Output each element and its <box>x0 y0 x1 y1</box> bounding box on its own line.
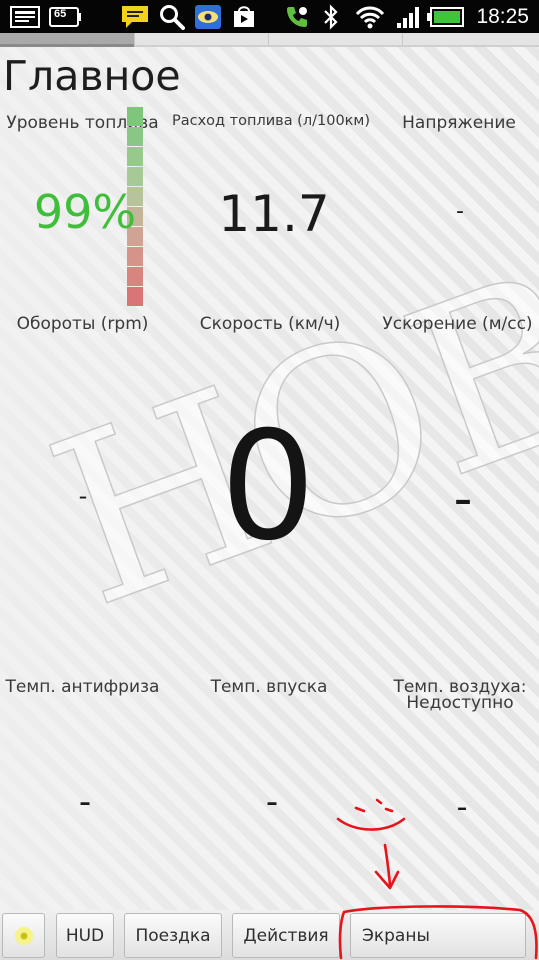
trip-button[interactable]: Поездка <box>124 913 222 958</box>
tab-indicator-main[interactable] <box>0 33 134 47</box>
screen-tab-strip <box>0 33 539 47</box>
dashboard: НОВ Главное Уровень топлива Расход топли… <box>0 47 539 910</box>
status-dot-button[interactable] <box>2 913 45 958</box>
actions-button[interactable]: Действия <box>232 913 340 958</box>
bluetooth-icon <box>318 0 344 33</box>
wifi-icon <box>354 0 386 33</box>
phone-icon <box>282 0 312 33</box>
fuel-consumption-label: Расход топлива (л/100км) <box>171 113 371 129</box>
screens-button[interactable]: Экраны <box>350 913 526 958</box>
intake-temp-label: Темп. впуска <box>210 677 328 697</box>
acceleration-label: Ускорение (м/сс) <box>382 314 533 334</box>
tab-indicator-3[interactable] <box>268 33 402 47</box>
battery-icon <box>426 0 466 33</box>
hud-button[interactable]: HUD <box>56 913 114 958</box>
intake-temp-value: - <box>265 782 279 822</box>
notification-badge: 65 <box>54 8 67 20</box>
rpm-label: Обороты (rpm) <box>16 314 149 334</box>
search-icon <box>156 0 188 33</box>
speed-label: Скорость (км/ч) <box>199 314 341 334</box>
eye-app-icon <box>192 0 224 33</box>
acceleration-value: - <box>453 469 473 529</box>
message-icon <box>118 0 152 33</box>
speed-value: 0 <box>220 400 316 574</box>
air-temp-status: Недоступно <box>406 693 514 713</box>
coolant-temp-value: - <box>78 782 92 822</box>
rpm-value: - <box>78 482 88 510</box>
status-bar: 65 18:25 <box>0 0 539 33</box>
tab-indicator-4[interactable] <box>402 33 539 47</box>
fuel-consumption-value: 11.7 <box>218 185 330 243</box>
coolant-temp-label: Темп. антифриза <box>5 677 160 697</box>
fuel-level-value: 99% <box>33 185 137 239</box>
bottom-nav: HUD Поездка Действия Экраны <box>0 910 539 960</box>
signal-icon <box>393 0 423 33</box>
voltage-label: Напряжение <box>402 113 516 133</box>
air-temp-value: - <box>456 790 468 825</box>
voltage-value: - <box>456 199 464 224</box>
play-store-icon <box>228 0 260 33</box>
clock: 18:25 <box>476 5 529 28</box>
battery-notification-icon: 65 <box>48 0 82 33</box>
screen-icon <box>8 0 42 33</box>
status-dot-icon <box>14 926 33 945</box>
tab-indicator-2[interactable] <box>134 33 268 47</box>
page-title: Главное <box>3 52 181 100</box>
